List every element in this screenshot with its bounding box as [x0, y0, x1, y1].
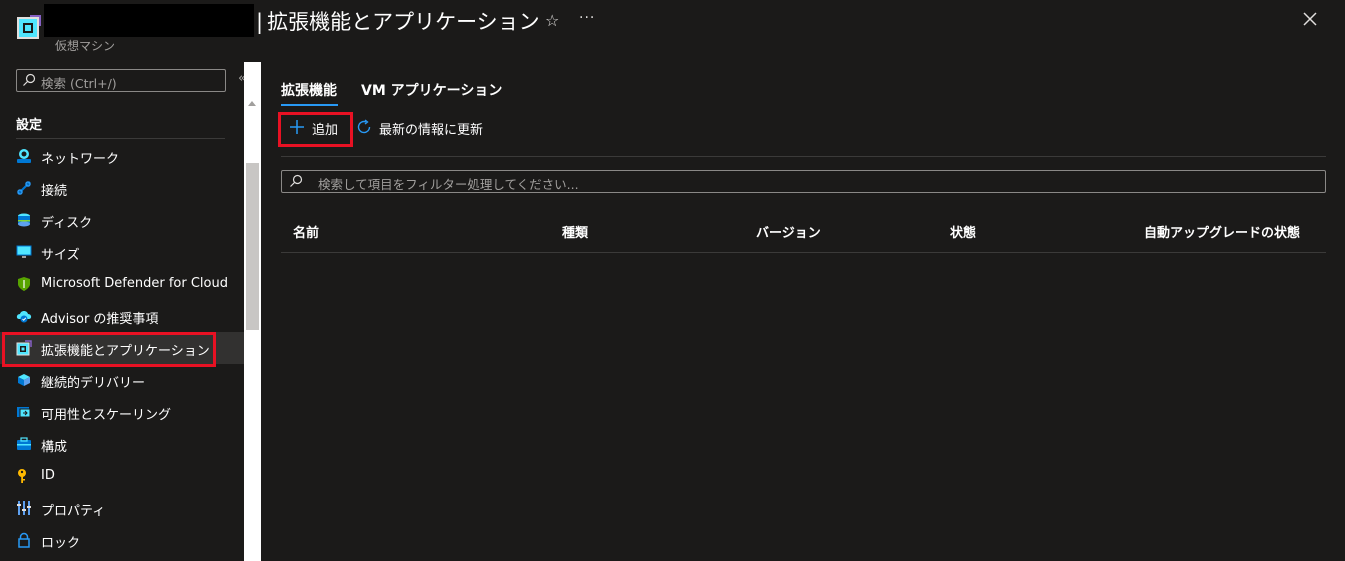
extensions-resource-icon: [17, 15, 41, 39]
page-title-text: 拡張機能とアプリケーション: [267, 10, 540, 34]
column-header-type[interactable]: 種類: [562, 222, 588, 241]
sidebar-item-size[interactable]: サイズ: [0, 236, 244, 268]
sidebar-item-label: プロパティ: [41, 504, 106, 519]
sidebar-item-label: サイズ: [41, 248, 80, 263]
advisor-icon: [16, 311, 32, 323]
sidebar-item-label: ID: [41, 468, 55, 483]
sidebar-item-defender[interactable]: Microsoft Defender for Cloud: [0, 268, 244, 300]
tab-vm-applications[interactable]: VM アプリケーション: [361, 80, 502, 100]
divider: [16, 138, 225, 139]
menu-search-placeholder: 検索 (Ctrl+/): [41, 76, 117, 91]
page-title: | 拡張機能とアプリケーション: [256, 6, 540, 36]
sidebar-item-label: Advisor の推奨事項: [41, 312, 159, 327]
sidebar-item-label: Microsoft Defender for Cloud: [41, 276, 228, 291]
connect-icon: [17, 181, 31, 195]
network-icon: [17, 149, 31, 163]
sidebar-item-configuration[interactable]: 構成: [0, 428, 244, 460]
star-icon[interactable]: ☆: [545, 11, 559, 30]
divider: [281, 156, 1326, 157]
sidebar-item-disks[interactable]: ディスク: [0, 204, 244, 236]
sidebar-item-label: 接続: [41, 184, 68, 199]
tab-extensions[interactable]: 拡張機能: [281, 80, 337, 100]
column-header-auto-upgrade-status[interactable]: 自動アップグレードの状態: [1144, 222, 1300, 241]
highlight-box-add: [278, 112, 353, 147]
sidebar-item-network[interactable]: ネットワーク: [0, 140, 244, 172]
highlight-box-extensions: [2, 332, 216, 367]
sidebar-item-advisor[interactable]: Advisor の推奨事項: [0, 300, 244, 332]
sidebar-item-label: ディスク: [41, 216, 93, 231]
close-icon[interactable]: [1300, 9, 1320, 29]
title-separator: |: [256, 10, 264, 34]
table-header-divider: [281, 252, 1326, 253]
refresh-button[interactable]: 最新の情報に更新: [353, 113, 493, 146]
resource-menu: 検索 (Ctrl+/) « 設定 ネットワーク 接続 ディスク サイズ Micr…: [0, 62, 246, 561]
tab-selected-indicator: [281, 104, 338, 106]
sidebar-item-properties[interactable]: プロパティ: [0, 492, 244, 524]
sidebar-item-label: 可用性とスケーリング: [41, 408, 172, 423]
sidebar-item-continuous-delivery[interactable]: 継続的デリバリー: [0, 364, 244, 396]
refresh-button-label: 最新の情報に更新: [379, 123, 484, 138]
main-content: 拡張機能 VM アプリケーション 追加 最新の情報に更新 検索して項目をフィルタ…: [261, 62, 1345, 561]
size-icon: [16, 245, 32, 258]
filter-input[interactable]: 検索して項目をフィルター処理してください...: [281, 170, 1326, 193]
lock-icon: [18, 532, 30, 548]
search-icon: [23, 73, 36, 86]
defender-shield-icon: [18, 277, 30, 291]
search-icon: [290, 174, 303, 187]
menu-search-input[interactable]: 検索 (Ctrl+/): [16, 69, 226, 92]
column-header-status[interactable]: 状態: [950, 222, 976, 241]
disk-icon: [18, 213, 30, 227]
sidebar-item-identity[interactable]: ID: [0, 460, 244, 492]
menu-group-settings: 設定: [16, 118, 43, 133]
availability-icon: [17, 407, 31, 418]
blade-header: | 拡張機能とアプリケーション 仮想マシン ☆ ···: [0, 0, 1345, 62]
properties-icon: [17, 501, 31, 515]
configuration-icon: [17, 437, 31, 450]
sidebar-item-label: 継続的デリバリー: [41, 376, 146, 391]
refresh-icon: [357, 119, 371, 134]
sidebar-item-label: ロック: [41, 536, 81, 551]
sidebar-item-locks[interactable]: ロック: [0, 524, 244, 556]
sidebar-item-availability[interactable]: 可用性とスケーリング: [0, 396, 244, 428]
redacted-resource-name: [44, 4, 254, 37]
filter-placeholder: 検索して項目をフィルター処理してください...: [318, 177, 579, 192]
page-subtitle: 仮想マシン: [55, 39, 116, 53]
menu-scrollbar-thumb[interactable]: [246, 163, 259, 330]
scroll-up-arrow-icon[interactable]: [248, 101, 256, 106]
sidebar-item-label: ネットワーク: [41, 152, 120, 167]
sidebar-item-connect[interactable]: 接続: [0, 172, 244, 204]
identity-key-icon: [18, 469, 26, 483]
ellipsis-icon[interactable]: ···: [579, 10, 595, 26]
continuous-delivery-icon: [18, 374, 30, 386]
sidebar-item-label: 構成: [41, 440, 68, 455]
column-header-version[interactable]: バージョン: [756, 222, 821, 241]
column-header-name[interactable]: 名前: [293, 222, 319, 241]
